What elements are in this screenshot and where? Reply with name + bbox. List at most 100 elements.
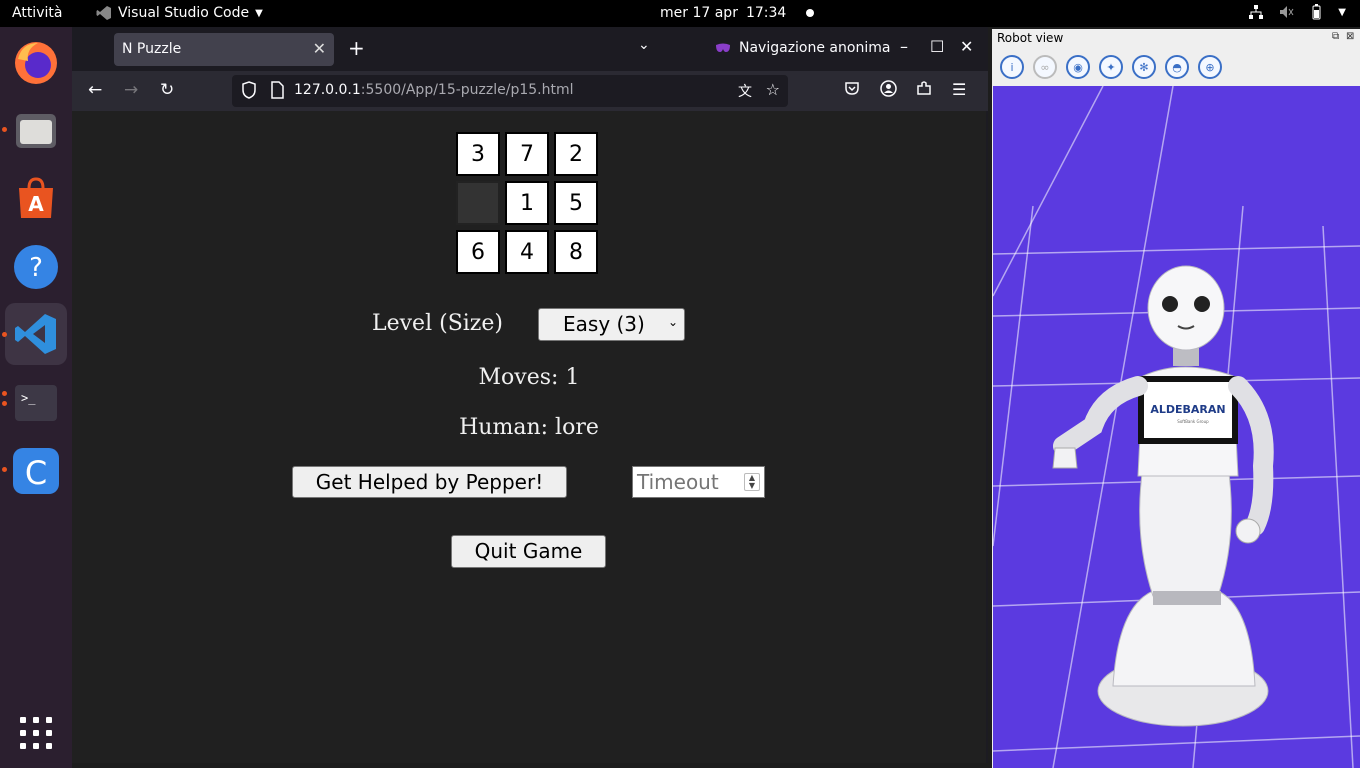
get-help-button[interactable]: Get Helped by Pepper! <box>292 466 567 498</box>
firefox-icon <box>15 42 57 84</box>
app-menu[interactable]: Visual Studio Code ▼ <box>96 5 263 21</box>
robot-scene: ALDEBARAN SoftBank Group <box>993 86 1360 768</box>
network-icon <box>1249 5 1264 19</box>
clock[interactable]: mer 17 apr 17:34 <box>660 5 815 21</box>
timeout-placeholder: Timeout <box>637 470 719 494</box>
empty-tile <box>456 181 500 225</box>
timeout-input[interactable]: Timeout ▲ ▼ <box>632 466 765 498</box>
puzzle-tile[interactable]: 4 <box>505 230 549 274</box>
app-menu-label: Visual Studio Code <box>118 5 250 21</box>
back-icon[interactable]: ← <box>88 80 102 100</box>
moves-counter: Moves: 1 <box>478 365 580 390</box>
system-menu-chevron-icon: ▼ <box>1338 6 1346 18</box>
human-name: Human: lore <box>459 415 599 440</box>
camera-icon[interactable]: ◉ <box>1066 55 1090 79</box>
date-label: mer 17 apr <box>660 5 738 21</box>
running-indicator <box>2 401 7 406</box>
dock-software[interactable]: A <box>10 173 62 225</box>
url-path: :5500/App/15-puzzle/p15.html <box>360 82 574 98</box>
page-content: 3 7 2 1 5 6 4 8 Level (Size) Easy (3) ⌄ … <box>72 111 986 763</box>
settings-icon[interactable]: ✻ <box>1132 55 1156 79</box>
puzzle-tile[interactable]: 6 <box>456 230 500 274</box>
info-icon[interactable]: i <box>1000 55 1024 79</box>
activities-button[interactable]: Attività <box>12 5 62 21</box>
app-grid-icon <box>20 717 52 749</box>
translate-icon[interactable]: 文 <box>738 81 752 101</box>
shield-icon[interactable] <box>242 81 256 99</box>
svg-text:?: ? <box>29 253 43 283</box>
list-tabs-chevron-icon[interactable]: ⌄ <box>638 37 650 53</box>
pocket-icon[interactable] <box>844 80 860 96</box>
vscode-icon <box>96 6 111 20</box>
running-indicator <box>2 332 7 337</box>
level-select[interactable]: Easy (3) ⌄ <box>538 308 685 341</box>
system-top-bar: Attività Visual Studio Code ▼ mer 17 apr… <box>0 0 1360 27</box>
sonar-icon[interactable]: ✦ <box>1099 55 1123 79</box>
running-indicator <box>2 467 7 472</box>
spinner-arrows-icon[interactable]: ▲ ▼ <box>744 473 760 491</box>
float-panel-icon[interactable]: ⧉ <box>1332 31 1339 42</box>
dock-files[interactable] <box>10 105 62 157</box>
puzzle-board: 3 7 2 1 5 6 4 8 <box>456 132 602 278</box>
menu-hamburger-icon[interactable]: ☰ <box>952 80 966 99</box>
vscode-icon <box>15 314 56 354</box>
dock-help[interactable]: ? <box>10 241 62 293</box>
close-tab-icon[interactable]: ✕ <box>313 39 326 58</box>
terminal-icon: >_ <box>15 385 57 421</box>
volume-icon <box>1280 6 1294 18</box>
extensions-icon[interactable] <box>916 80 932 96</box>
url-text[interactable]: 127.0.0.1:5500/App/15-puzzle/p15.html <box>294 82 574 98</box>
zoom-icon[interactable]: ⊕ <box>1198 55 1222 79</box>
robot-view-title: Robot view <box>997 31 1064 45</box>
puzzle-tile[interactable]: 1 <box>505 181 549 225</box>
joints-icon[interactable]: ∞ <box>1033 55 1057 79</box>
puzzle-tile[interactable]: 5 <box>554 181 598 225</box>
page-info-icon[interactable] <box>270 81 284 99</box>
dock-firefox[interactable] <box>10 37 62 89</box>
battery-icon <box>1312 4 1321 20</box>
system-tray[interactable]: ▼ <box>1248 4 1346 20</box>
private-mask-icon <box>716 43 730 52</box>
forward-icon[interactable]: → <box>124 80 138 100</box>
robot-view-toolbar: i ∞ ◉ ✦ ✻ ◓ ⊕ <box>1000 55 1222 79</box>
private-browsing-indicator: Navigazione anonima <box>715 40 890 56</box>
c-app-icon: C <box>13 448 59 494</box>
new-tab-icon[interactable]: + <box>348 36 365 60</box>
svg-text:A: A <box>28 192 44 216</box>
url-bar[interactable]: 127.0.0.1:5500/App/15-puzzle/p15.html 文 … <box>232 75 788 107</box>
navigation-toolbar: ← → ↻ 127.0.0.1:5500/App/15-puzzle/p15.h… <box>72 71 988 111</box>
tab-title: N Puzzle <box>122 41 182 57</box>
puzzle-tile[interactable]: 7 <box>505 132 549 176</box>
robot-view-panel: Robot view ⧉ ⊠ i ∞ ◉ ✦ ✻ ◓ ⊕ ALDEBARAN S… <box>992 29 1360 768</box>
chevron-down-icon: ⌄ <box>667 315 678 329</box>
view-icon[interactable]: ◓ <box>1165 55 1189 79</box>
dock-vscode[interactable] <box>5 303 67 365</box>
url-host: 127.0.0.1 <box>294 82 361 98</box>
bookmark-star-icon[interactable]: ☆ <box>766 80 780 99</box>
close-panel-icon[interactable]: ⊠ <box>1346 31 1354 42</box>
account-icon[interactable] <box>880 80 897 97</box>
close-window-icon[interactable]: ✕ <box>960 37 973 56</box>
maximize-icon[interactable]: ☐ <box>930 37 944 56</box>
svg-text:C: C <box>25 454 47 492</box>
quit-game-button[interactable]: Quit Game <box>451 535 606 568</box>
chevron-down-icon: ▼ <box>255 7 263 19</box>
files-icon <box>16 114 56 148</box>
tab-n-puzzle[interactable]: N Puzzle ✕ <box>114 33 334 66</box>
dock-c-app[interactable]: C <box>10 445 62 497</box>
help-icon: ? <box>14 245 58 289</box>
puzzle-tile[interactable]: 8 <box>554 230 598 274</box>
minimize-icon[interactable]: – <box>900 37 908 56</box>
reload-icon[interactable]: ↻ <box>160 80 174 100</box>
dock-show-apps[interactable] <box>10 707 62 759</box>
dock-terminal[interactable]: >_ <box>10 377 62 429</box>
level-label: Level (Size) <box>372 311 503 336</box>
notification-dot-icon <box>806 9 815 17</box>
puzzle-tile[interactable]: 2 <box>554 132 598 176</box>
robot-3d-viewport[interactable]: ALDEBARAN SoftBank Group <box>993 86 1360 768</box>
time-label: 17:34 <box>745 5 787 21</box>
running-indicator <box>2 127 7 132</box>
level-select-value: Easy (3) <box>563 312 645 336</box>
puzzle-tile[interactable]: 3 <box>456 132 500 176</box>
aldebaran-logo-text: ALDEBARAN <box>1150 403 1225 416</box>
